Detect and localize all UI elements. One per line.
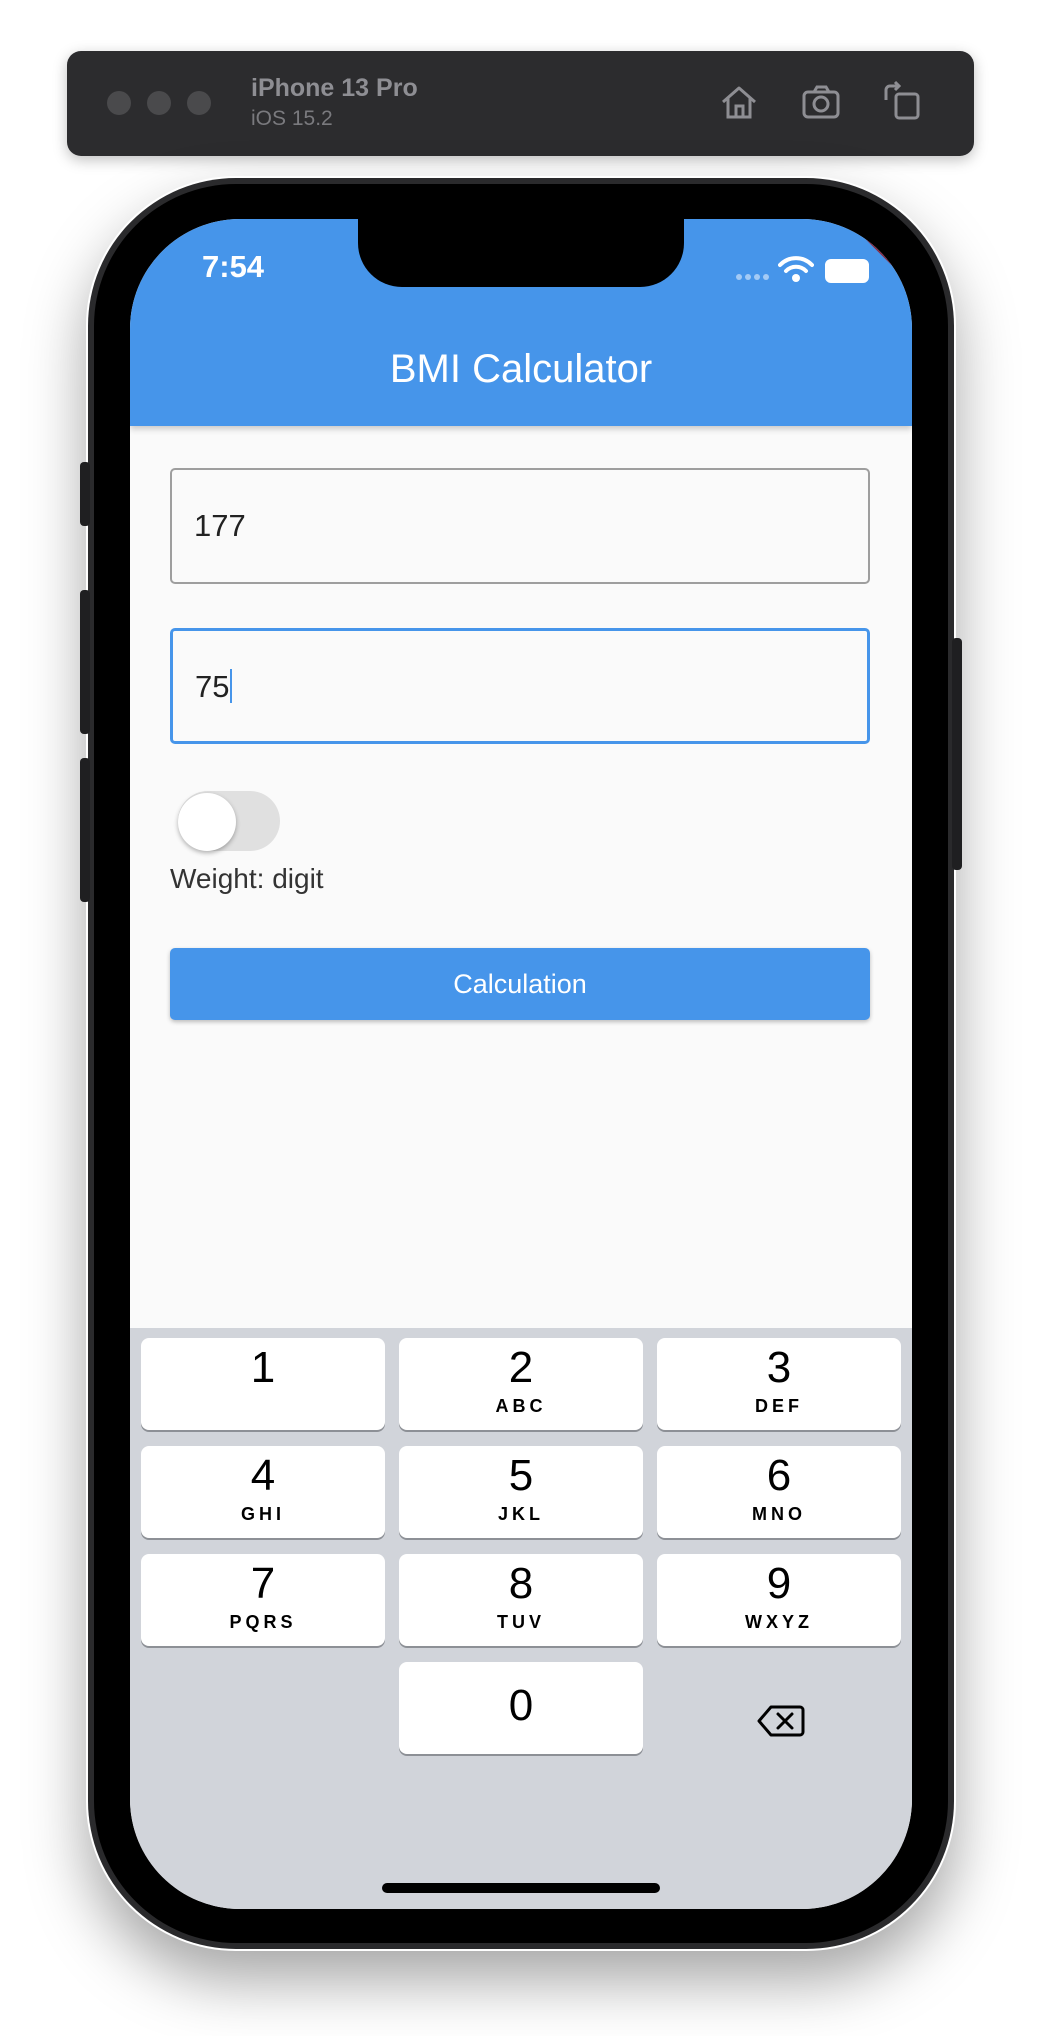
key-digit: 4 <box>250 1451 276 1500</box>
weight-input[interactable]: 75 <box>170 628 870 744</box>
key-digit: 5 <box>508 1451 534 1500</box>
home-indicator[interactable] <box>382 1883 660 1893</box>
device-name: iPhone 13 Pro <box>251 74 418 102</box>
key-digit: 7 <box>250 1559 276 1608</box>
key-2[interactable]: 2 ABC <box>399 1338 643 1430</box>
silent-switch <box>80 462 90 526</box>
phone-screen: 7:54 DEBUG BMI Calculator 177 75 Weight:… <box>130 219 912 1909</box>
window-close-dot[interactable] <box>107 91 131 115</box>
volume-up-button <box>80 590 90 734</box>
key-7[interactable]: 7 PQRS <box>141 1554 385 1646</box>
switch-knob <box>178 793 236 851</box>
window-minimize-dot[interactable] <box>147 91 171 115</box>
key-6[interactable]: 6 MNO <box>657 1446 901 1538</box>
key-4[interactable]: 4 GHI <box>141 1446 385 1538</box>
battery-icon <box>825 259 869 283</box>
key-letters: JKL <box>497 1504 544 1524</box>
numeric-keypad: 1 2 ABC 3 DEF 4 GHI 5 JKL 6 MNO 7 PQRS 8 <box>130 1328 912 1909</box>
key-5[interactable]: 5 JKL <box>399 1446 643 1538</box>
key-letters: TUV <box>497 1612 545 1632</box>
calculation-button[interactable]: Calculation <box>170 948 870 1020</box>
weight-input-text: 75 <box>195 669 233 705</box>
notch <box>358 219 684 287</box>
key-letters: ABC <box>495 1396 547 1416</box>
height-input[interactable]: 177 <box>170 468 870 584</box>
power-button <box>952 638 962 870</box>
key-digit: 9 <box>766 1559 792 1608</box>
volume-down-button <box>80 758 90 902</box>
status-time: 7:54 <box>202 249 265 284</box>
app-bar: 7:54 DEBUG BMI Calculator <box>130 219 912 426</box>
wifi-icon <box>778 256 814 282</box>
key-digit: 1 <box>250 1343 276 1392</box>
os-version: iOS 15.2 <box>251 107 333 130</box>
key-letters: DEF <box>755 1396 803 1416</box>
key-letters: PQRS <box>229 1612 297 1632</box>
key-letters: MNO <box>752 1504 806 1524</box>
home-icon[interactable] <box>717 80 761 124</box>
key-digit: 0 <box>508 1681 534 1730</box>
weight-unit-switch[interactable] <box>178 791 280 851</box>
window-zoom-dot[interactable] <box>187 91 211 115</box>
screenshot-icon[interactable] <box>799 80 843 124</box>
key-1[interactable]: 1 <box>141 1338 385 1430</box>
key-8[interactable]: 8 TUV <box>399 1554 643 1646</box>
key-9[interactable]: 9 WXYZ <box>657 1554 901 1646</box>
key-letters: GHI <box>240 1504 285 1524</box>
cellular-signal-icon <box>736 274 769 280</box>
rotate-icon[interactable] <box>880 80 924 124</box>
key-digit: 2 <box>508 1343 534 1392</box>
backspace-icon[interactable] <box>757 1704 805 1738</box>
key-digit: 8 <box>508 1559 534 1608</box>
key-0[interactable]: 0 <box>399 1662 643 1754</box>
key-digit: 3 <box>766 1343 792 1392</box>
weight-unit-label: Weight: digit <box>170 863 324 894</box>
app-title: BMI Calculator <box>389 347 653 391</box>
weight-input-value: 75 <box>195 669 230 704</box>
key-digit: 6 <box>766 1451 792 1500</box>
key-3[interactable]: 3 DEF <box>657 1338 901 1430</box>
text-cursor <box>230 669 233 703</box>
height-input-value: 177 <box>194 508 246 543</box>
key-letters: WXYZ <box>745 1612 813 1632</box>
